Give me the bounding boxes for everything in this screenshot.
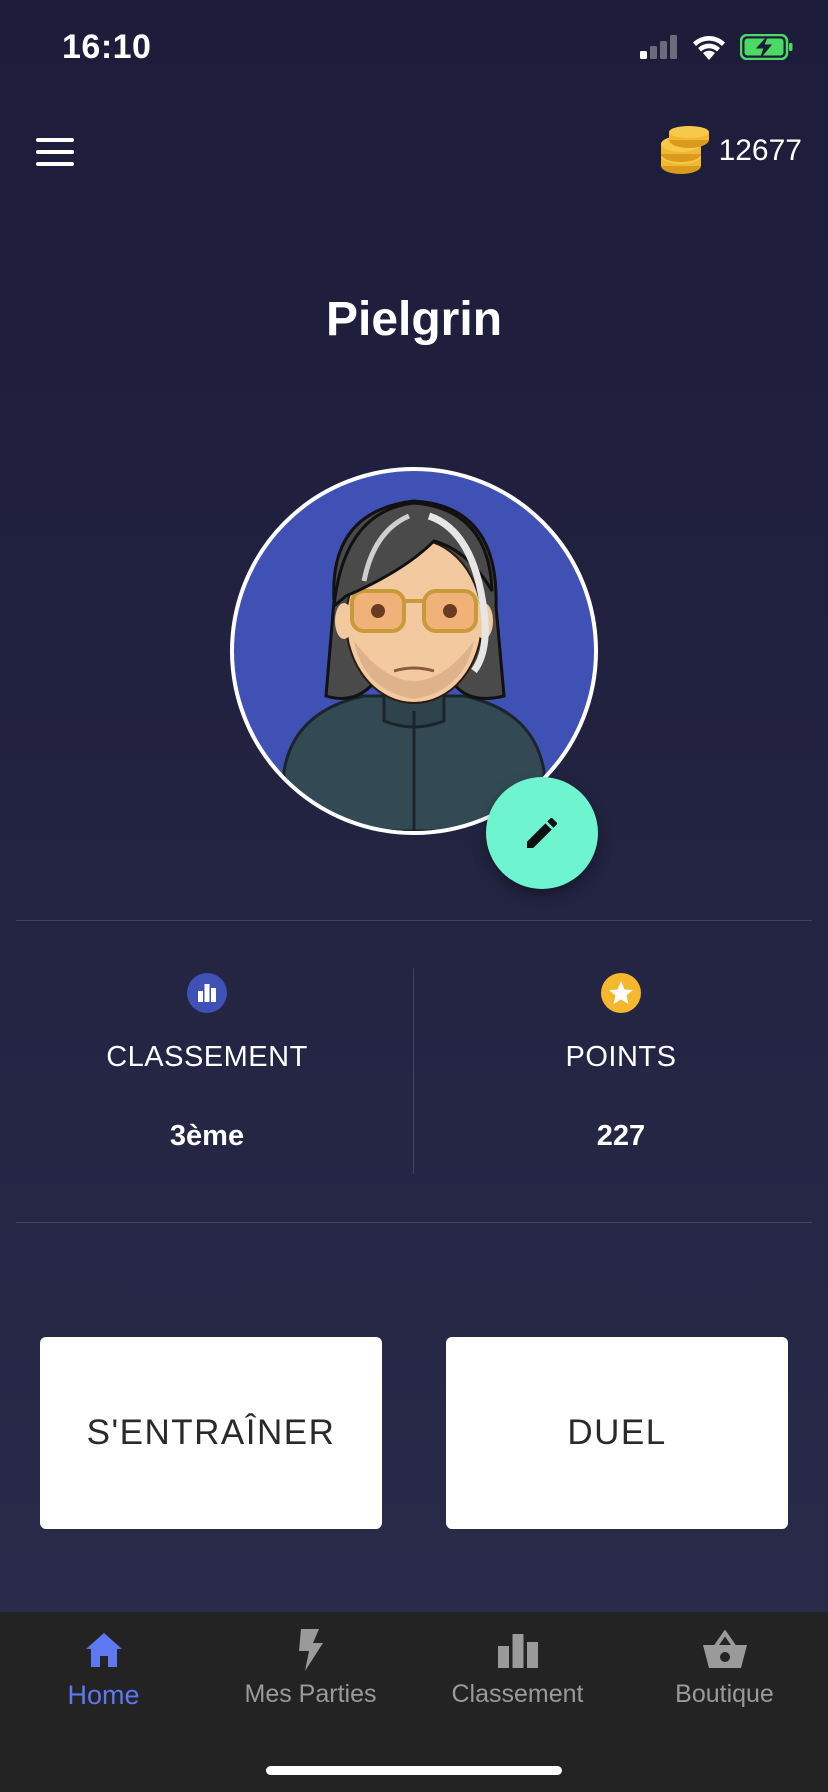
stat-label-ranking: CLASSEMENT (106, 1041, 308, 1073)
bottom-navigation: Home Mes Parties Classement Boutique (0, 1612, 828, 1792)
train-button[interactable]: S'ENTRAÎNER (40, 1337, 382, 1529)
cellular-signal-icon (640, 35, 677, 59)
status-icons (640, 34, 794, 60)
nav-home-label: Home (67, 1680, 140, 1710)
duel-button-label: DUEL (567, 1413, 667, 1452)
nav-classement[interactable]: Classement (414, 1612, 621, 1722)
menu-button[interactable] (36, 138, 76, 168)
coins-balance: 12677 (659, 126, 802, 176)
basket-icon (702, 1630, 747, 1668)
duel-button[interactable]: DUEL (446, 1337, 788, 1529)
pencil-icon (527, 817, 558, 848)
edit-avatar-button[interactable] (486, 777, 598, 889)
status-time: 16:10 (62, 28, 152, 66)
wifi-icon (693, 36, 725, 60)
home-icon (85, 1633, 122, 1667)
stat-value-points: 227 (596, 1120, 646, 1152)
lightning-icon (298, 1629, 323, 1671)
stat-label-points: POINTS (565, 1041, 677, 1073)
nav-mes-parties[interactable]: Mes Parties (207, 1612, 414, 1722)
username: Pielgrin (325, 293, 503, 346)
home-indicator (266, 1766, 562, 1775)
nav-home[interactable]: Home (0, 1612, 207, 1722)
star-icon (601, 973, 641, 1013)
nav-boutique-label: Boutique (675, 1680, 774, 1708)
bar-chart-icon (497, 1634, 538, 1668)
coins-value: 12677 (718, 134, 802, 167)
divider-top (16, 920, 812, 921)
stat-points: POINTS 227 (414, 972, 828, 1153)
divider-bottom (16, 1222, 812, 1223)
ranking-icon (187, 973, 227, 1013)
train-button-label: S'ENTRAÎNER (86, 1413, 336, 1452)
nav-mes-parties-label: Mes Parties (244, 1680, 377, 1708)
stat-ranking: CLASSEMENT 3ème (0, 972, 414, 1153)
stat-value-ranking: 3ème (169, 1120, 245, 1152)
coins-icon (660, 126, 709, 174)
nav-classement-label: Classement (451, 1680, 584, 1708)
battery-charging-icon (740, 34, 793, 60)
nav-boutique[interactable]: Boutique (621, 1612, 828, 1722)
